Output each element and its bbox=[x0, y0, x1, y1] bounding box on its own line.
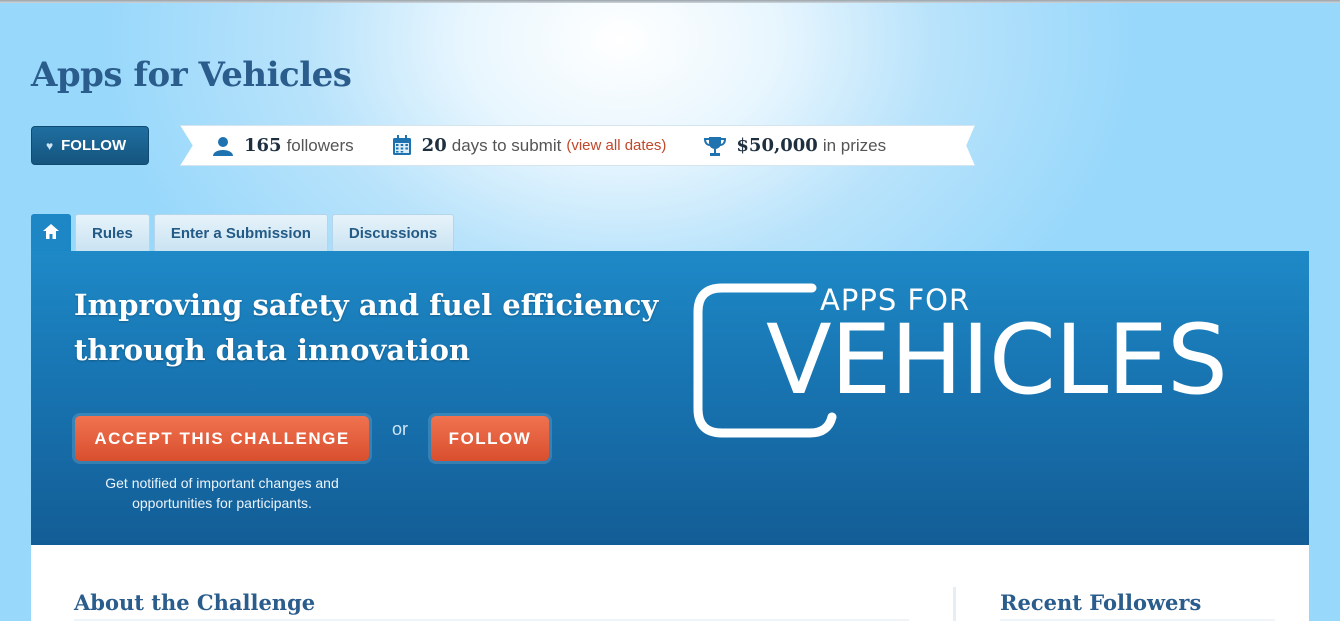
calendar-icon bbox=[392, 135, 412, 156]
page-title: Apps for Vehicles bbox=[31, 55, 352, 95]
apps-for-vehicles-logo: APPS FOR VEHICLES bbox=[692, 283, 1272, 438]
tab-home[interactable] bbox=[31, 214, 71, 252]
main-content: About the Challenge Recent Followers bbox=[31, 545, 1309, 621]
hero-banner: Improving safety and fuel efficiency thr… bbox=[31, 251, 1309, 545]
logo-vehicles-text: VEHICLES bbox=[766, 304, 1228, 416]
column-divider bbox=[953, 587, 956, 621]
view-all-dates-link[interactable]: (view all dates) bbox=[566, 137, 666, 154]
challenge-tabs: Rules Enter a Submission Discussions bbox=[31, 213, 458, 252]
prize-stat: $50,000 in prizes bbox=[704, 135, 886, 156]
tab-discussions[interactable]: Discussions bbox=[331, 214, 455, 252]
trophy-icon bbox=[704, 136, 727, 156]
notify-description: Get notified of important changes and op… bbox=[105, 475, 339, 511]
followers-count: 165 bbox=[244, 135, 282, 156]
tab-enter-submission[interactable]: Enter a Submission bbox=[153, 214, 328, 252]
days-stat: 20 days to submit (view all dates) bbox=[392, 135, 666, 156]
hero-headline: Improving safety and fuel efficiency thr… bbox=[74, 288, 659, 367]
stats-ribbon: 165 followers 20 days to submit (view al… bbox=[180, 125, 975, 166]
followers-label: followers bbox=[286, 135, 354, 155]
about-challenge-heading: About the Challenge bbox=[74, 590, 316, 615]
prize-label: in prizes bbox=[822, 135, 887, 155]
days-label: days to submit bbox=[451, 135, 562, 155]
follow-button[interactable]: ♥ FOLLOW bbox=[31, 126, 149, 165]
follow-button-label: FOLLOW bbox=[61, 137, 127, 154]
heart-icon: ♥ bbox=[46, 138, 54, 153]
or-separator: or bbox=[392, 419, 409, 439]
accept-challenge-button[interactable]: ACCEPT THIS CHALLENGE bbox=[75, 416, 369, 461]
user-icon bbox=[212, 136, 234, 156]
hero-follow-button[interactable]: FOLLOW bbox=[431, 416, 549, 461]
tab-rules[interactable]: Rules bbox=[75, 214, 150, 252]
home-icon bbox=[43, 223, 59, 244]
top-border bbox=[0, 0, 1340, 3]
days-count: 20 bbox=[421, 135, 447, 156]
followers-stat: 165 followers bbox=[212, 135, 354, 156]
recent-followers-heading: Recent Followers bbox=[1000, 590, 1202, 615]
prize-amount: $50,000 bbox=[736, 135, 818, 156]
